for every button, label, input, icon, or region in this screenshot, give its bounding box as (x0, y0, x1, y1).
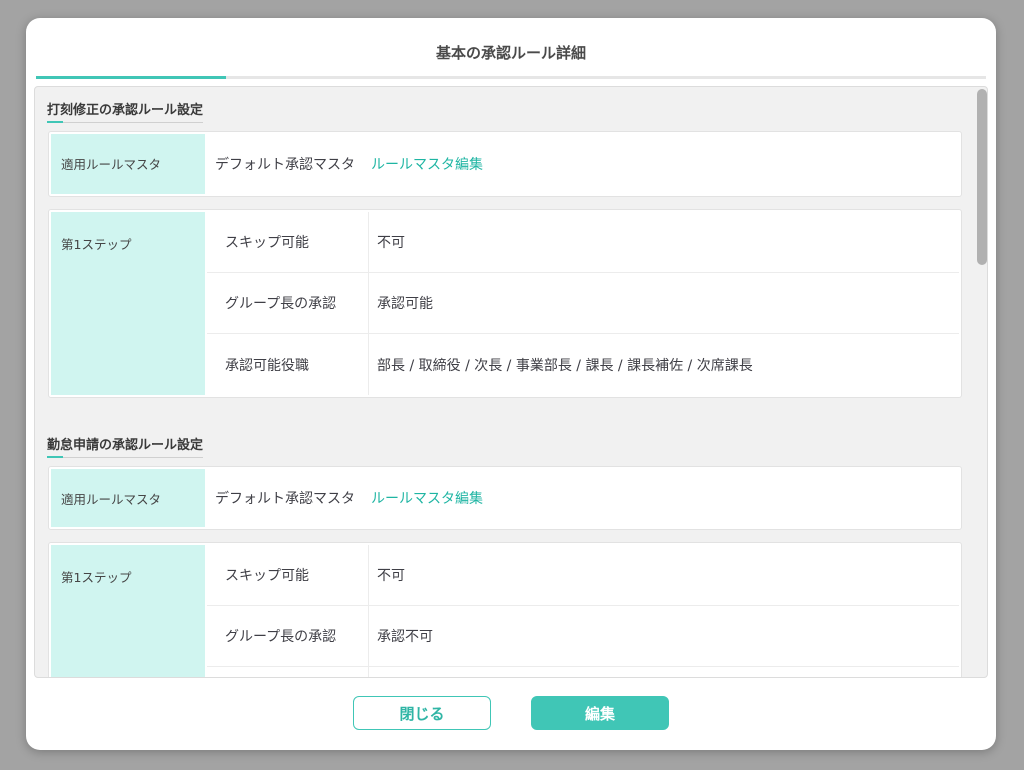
step-card: 第1ステップ スキップ可能 不可 グループ長の承認 承認可能 承認可能役職 部長 (48, 209, 962, 398)
step-key: 承認可能役職 (207, 334, 369, 395)
master-card: 適用ルールマスタ デフォルト承認マスタ ルールマスタ編集 (48, 466, 962, 530)
master-label: 適用ルールマスタ (51, 469, 205, 527)
step-row (207, 667, 959, 677)
step-key (207, 667, 369, 677)
close-button[interactable]: 閉じる (353, 696, 491, 730)
progress-fill (36, 76, 226, 79)
master-card: 適用ルールマスタ デフォルト承認マスタ ルールマスタ編集 (48, 131, 962, 197)
step-label: 第1ステップ (51, 212, 205, 395)
section-title-accent (47, 121, 63, 123)
step-key: グループ長の承認 (207, 606, 369, 666)
section-clock-correction: 打刻修正の承認ルール設定 適用ルールマスタ デフォルト承認マスタ ルールマスタ編… (35, 87, 975, 398)
step-key: グループ長の承認 (207, 273, 369, 333)
section-title: 打刻修正の承認ルール設定 (47, 99, 204, 123)
step-value: 承認可能 (377, 296, 433, 312)
step-value: 不可 (377, 235, 405, 251)
step-card: 第1ステップ スキップ可能 不可 グループ長の承認 承認不可 (48, 542, 962, 677)
step-table: スキップ可能 不可 グループ長の承認 承認不可 (207, 545, 959, 677)
master-name: デフォルト承認マスタ (215, 157, 355, 173)
approval-rule-detail-modal: 基本の承認ルール詳細 打刻修正の承認ルール設定 適用ルールマスタ デフォルト承認… (26, 18, 996, 750)
step-label: 第1ステップ (51, 545, 205, 677)
edit-button[interactable]: 編集 (531, 696, 669, 730)
progress-track (36, 76, 986, 79)
master-row: デフォルト承認マスタ ルールマスタ編集 (205, 469, 483, 527)
step-value: 部長 / 取締役 / 次長 / 事業部長 / 課長 / 課長補佐 / 次席課長 (377, 357, 753, 374)
step-value: 承認不可 (377, 629, 433, 645)
step-row: スキップ可能 不可 (207, 212, 959, 273)
modal-title: 基本の承認ルール詳細 (435, 44, 586, 62)
step-row: 承認可能役職 部長 / 取締役 / 次長 / 事業部長 / 課長 / 課長補佐 … (207, 334, 959, 395)
step-row: スキップ可能 不可 (207, 545, 959, 606)
step-row: グループ長の承認 承認可能 (207, 273, 959, 334)
step-key: スキップ可能 (207, 545, 369, 605)
rules-scroll-area[interactable]: 打刻修正の承認ルール設定 適用ルールマスタ デフォルト承認マスタ ルールマスタ編… (34, 86, 988, 678)
vertical-scrollbar[interactable] (976, 89, 987, 675)
rule-master-edit-link[interactable]: ルールマスタ編集 (371, 154, 483, 174)
step-value: 不可 (377, 568, 405, 584)
step-key: スキップ可能 (207, 212, 369, 272)
section-attendance-request: 勤怠申請の承認ルール設定 適用ルールマスタ デフォルト承認マスタ ルールマスタ編… (35, 398, 975, 677)
step-row: グループ長の承認 承認不可 (207, 606, 959, 667)
master-label: 適用ルールマスタ (51, 134, 205, 194)
rules-content: 打刻修正の承認ルール設定 適用ルールマスタ デフォルト承認マスタ ルールマスタ編… (35, 87, 975, 677)
scrollbar-thumb[interactable] (977, 89, 987, 265)
section-title-accent (47, 456, 63, 458)
rule-master-edit-link[interactable]: ルールマスタ編集 (371, 488, 483, 508)
master-row: デフォルト承認マスタ ルールマスタ編集 (205, 134, 483, 194)
section-title: 勤怠申請の承認ルール設定 (47, 434, 204, 458)
step-table: スキップ可能 不可 グループ長の承認 承認可能 承認可能役職 部長 / 取締役 … (207, 212, 959, 395)
master-name: デフォルト承認マスタ (215, 491, 355, 507)
